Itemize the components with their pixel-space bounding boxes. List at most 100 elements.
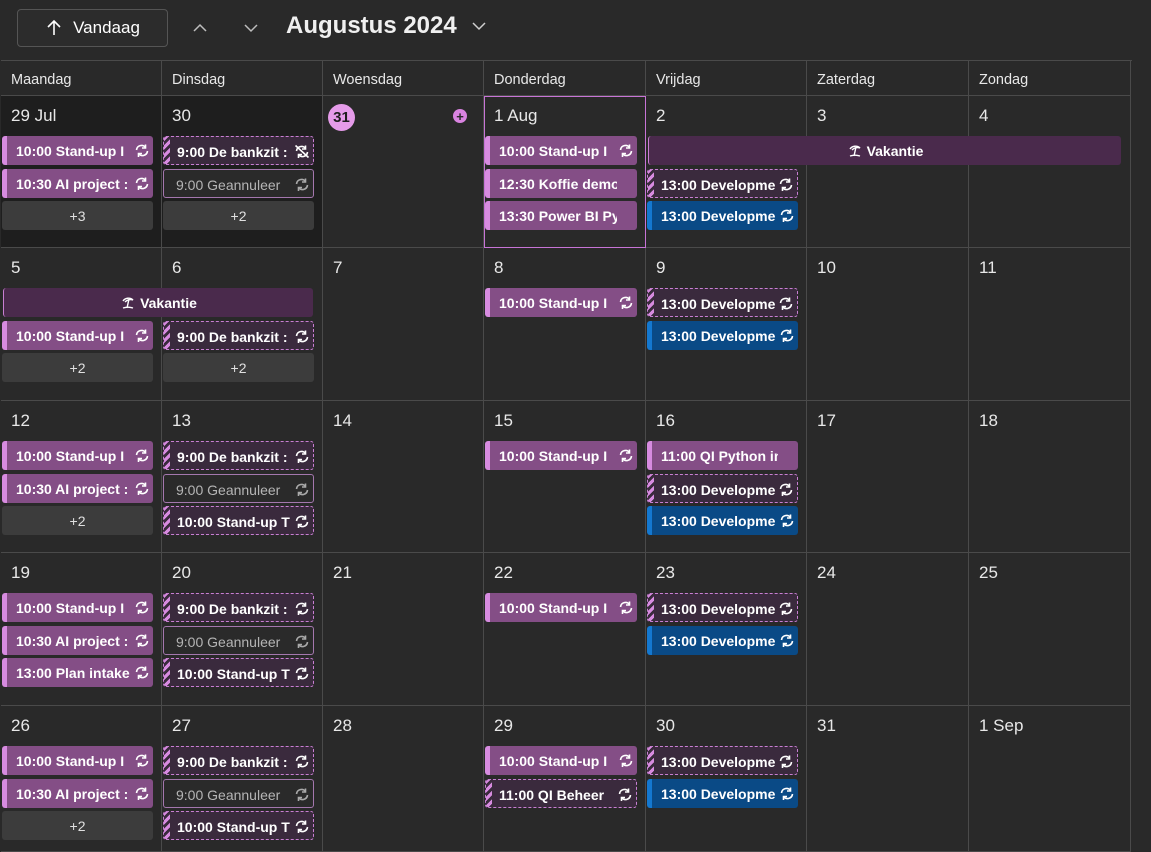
day-cell[interactable]: 8 10:00 Stand-up I	[484, 248, 646, 401]
calendar-event[interactable]: 9:00 Geannuleer	[163, 473, 314, 503]
day-cell[interactable]: 20 9:00 De bankzit : 9:00 Geannuleer 10:00 …	[162, 553, 323, 706]
more-events-button[interactable]: +3	[2, 201, 153, 230]
calendar-event[interactable]: 13:00 Developme	[647, 593, 798, 622]
calendar-event[interactable]: 9:00 De bankzit :	[163, 441, 314, 470]
calendar-event[interactable]: 9:00 Geannuleer	[163, 625, 314, 655]
calendar-event[interactable]: 10:00 Stand-up I	[485, 288, 637, 317]
add-event-button[interactable]: +	[453, 109, 467, 123]
day-cell[interactable]: 26 10:00 Stand-up I 10:30 AI project : +2	[1, 706, 162, 852]
calendar-event[interactable]: 9:00 Geannuleer	[163, 778, 314, 808]
day-cell[interactable]: 31 +	[323, 96, 484, 248]
recurring-icon	[135, 634, 149, 647]
day-cell[interactable]: 31	[807, 706, 969, 852]
day-cell[interactable]: 27 9:00 De bankzit : 9:00 Geannuleer 10:00 …	[162, 706, 323, 852]
calendar-event[interactable]: 13:00 Developme	[647, 320, 798, 350]
day-cell[interactable]: 4	[969, 96, 1131, 248]
calendar-event[interactable]: 13:00 Plan intake	[2, 658, 153, 687]
day-cell[interactable]: 28	[323, 706, 484, 852]
calendar-event[interactable]: 9:00 Geannuleer	[163, 168, 314, 198]
next-month-button[interactable]	[239, 16, 263, 40]
month-title: Augustus 2024	[286, 12, 457, 39]
event-title: 13:00 Developme	[661, 754, 776, 770]
day-cell[interactable]: 30 9:00 De bankzit : 9:00 Geannuleer +2	[162, 96, 323, 248]
calendar-event[interactable]: 10:30 AI project :	[2, 473, 153, 503]
day-cell[interactable]: 29 Jul 10:00 Stand-up I 10:30 AI project :…	[1, 96, 162, 248]
day-cell[interactable]: 19 10:00 Stand-up I 10:30 AI project : 13:0…	[1, 553, 162, 706]
calendar-event[interactable]: 13:00 Developme	[647, 288, 798, 317]
day-cell[interactable]: 2 13:00 Developme 13:00 Developme	[646, 96, 807, 248]
day-cell[interactable]: 16 11:00 QI Python ins 13:00 Developme 13:0…	[646, 401, 807, 553]
day-number: 1 Aug	[494, 106, 538, 125]
calendar-event[interactable]: 13:00 Developme	[647, 473, 798, 503]
allday-event[interactable]: Vakantie	[3, 288, 313, 317]
day-cell[interactable]: 21	[323, 553, 484, 706]
more-events-button[interactable]: +2	[2, 811, 153, 840]
calendar-event[interactable]: 10:00 Stand-up I	[485, 746, 637, 775]
calendar-event[interactable]: 13:30 Power BI Pyth	[485, 201, 637, 230]
calendar-event[interactable]: 13:00 Developme	[647, 201, 798, 230]
calendar-event[interactable]: 11:00 QI Beheer	[485, 778, 637, 808]
calendar-event[interactable]: 10:00 Stand-up I	[2, 593, 153, 622]
day-cell[interactable]: 17	[807, 401, 969, 553]
calendar-event[interactable]: 9:00 De bankzit :	[163, 593, 314, 622]
more-events-button[interactable]: +2	[2, 506, 153, 535]
day-cell[interactable]: 10	[807, 248, 969, 401]
calendar-event[interactable]: 10:00 Stand-up I	[485, 593, 637, 622]
recurring-icon	[295, 635, 309, 648]
calendar-event[interactable]: 10:00 Stand-up I	[2, 746, 153, 775]
day-cell[interactable]: 3	[807, 96, 969, 248]
calendar-event[interactable]: 10:00 Stand-up I	[2, 441, 153, 470]
day-cell[interactable]: 11	[969, 248, 1131, 401]
day-cell[interactable]: 1 Aug 10:00 Stand-up I 12:30 Koffie demo F…	[484, 96, 646, 248]
event-title: 10:00 Stand-up I	[16, 600, 125, 616]
calendar-event[interactable]: 13:00 Developme	[647, 778, 798, 808]
day-cell[interactable]: 12 10:00 Stand-up I 10:30 AI project : +2	[1, 401, 162, 553]
more-events-button[interactable]: +2	[2, 353, 153, 382]
allday-event[interactable]: Vakantie	[648, 136, 1121, 165]
day-cell[interactable]: 24	[807, 553, 969, 706]
day-cell[interactable]: 6 9:00 De bankzit : +2	[162, 248, 323, 401]
calendar-event[interactable]: 10:30 AI project :	[2, 625, 153, 655]
calendar-event[interactable]: 9:00 De bankzit :	[163, 320, 314, 350]
day-cell[interactable]: 23 13:00 Developme 13:00 Developme	[646, 553, 807, 706]
day-cell[interactable]: 29 10:00 Stand-up I 11:00 QI Beheer	[484, 706, 646, 852]
calendar-event[interactable]: 9:00 De bankzit :	[163, 136, 314, 165]
day-cell[interactable]: 25	[969, 553, 1131, 706]
calendar-event[interactable]: 10:00 Stand-up T	[163, 811, 314, 840]
calendar-event[interactable]: 12:30 Koffie demo F	[485, 168, 637, 198]
calendar-event[interactable]: 10:00 Stand-up T	[163, 506, 314, 535]
calendar-event[interactable]: 13:00 Developme	[647, 506, 798, 535]
day-cell[interactable]: 13 9:00 De bankzit : 9:00 Geannuleer 10:00 …	[162, 401, 323, 553]
more-events-button[interactable]: +2	[163, 201, 314, 230]
calendar-event[interactable]: 10:00 Stand-up I	[485, 441, 637, 470]
event-title: 10:30 AI project :	[16, 480, 129, 497]
calendar-event[interactable]: 13:00 Developme	[647, 625, 798, 655]
day-cell[interactable]: 15 10:00 Stand-up I	[484, 401, 646, 553]
event-title: 9:00 De bankzit :	[177, 144, 288, 160]
calendar-event[interactable]: 10:00 Stand-up I	[2, 320, 153, 350]
weekday-header: Dinsdag	[162, 61, 323, 96]
previous-month-button[interactable]	[188, 16, 212, 40]
day-cell[interactable]: 5 10:00 Stand-up I +2	[1, 248, 162, 401]
day-cell[interactable]: 22 10:00 Stand-up I	[484, 553, 646, 706]
weekday-header: Zaterdag	[807, 61, 969, 96]
calendar-event[interactable]: 13:00 Developme	[647, 168, 798, 198]
calendar-event[interactable]: 10:00 Stand-up T	[163, 658, 314, 687]
calendar-event[interactable]: 10:00 Stand-up I	[485, 136, 637, 165]
day-cell[interactable]: 30 13:00 Developme 13:00 Developme	[646, 706, 807, 852]
calendar-event[interactable]: 10:00 Stand-up I	[2, 136, 153, 165]
calendar-event[interactable]: 9:00 De bankzit :	[163, 746, 314, 775]
calendar-event[interactable]: 10:30 AI project :	[2, 168, 153, 198]
more-events-button[interactable]: +2	[163, 353, 314, 382]
day-cell[interactable]: 1 Sep	[969, 706, 1131, 852]
day-cell[interactable]: 18	[969, 401, 1131, 553]
day-cell[interactable]: 9 13:00 Developme 13:00 Developme	[646, 248, 807, 401]
today-button[interactable]: Vandaag	[17, 9, 168, 47]
day-cell[interactable]: 7	[323, 248, 484, 401]
day-cell[interactable]: 14	[323, 401, 484, 553]
recurring-icon	[780, 787, 794, 800]
calendar-event[interactable]: 10:30 AI project :	[2, 778, 153, 808]
month-picker[interactable]: Augustus 2024	[286, 12, 487, 40]
calendar-event[interactable]: 13:00 Developme	[647, 746, 798, 775]
calendar-event[interactable]: 11:00 QI Python ins	[647, 441, 798, 470]
